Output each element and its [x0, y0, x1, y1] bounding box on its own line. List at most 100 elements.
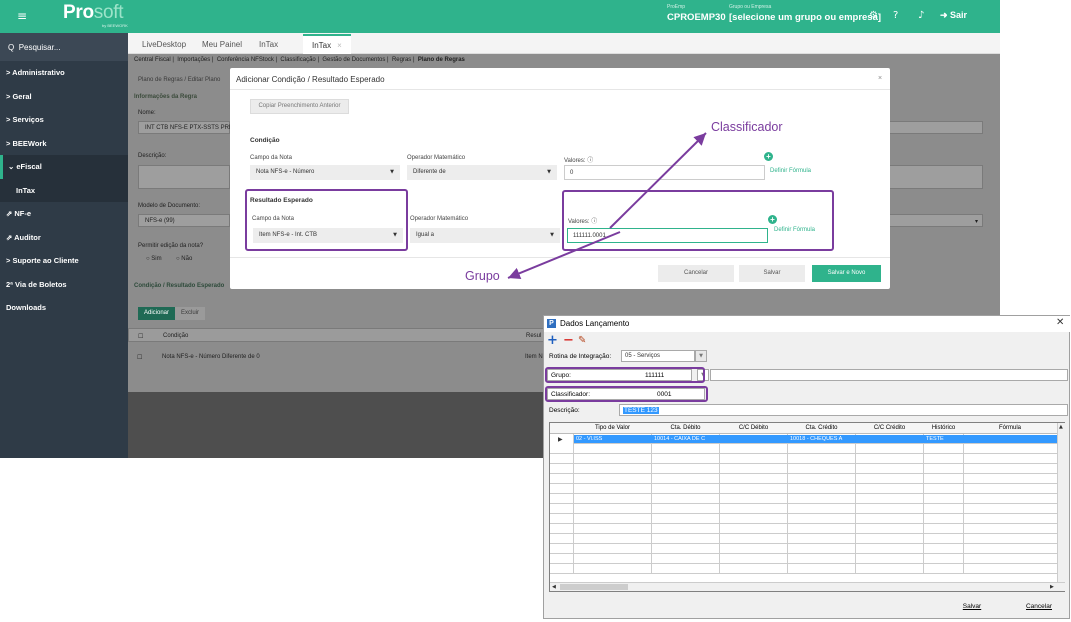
table-row[interactable]: [550, 535, 1058, 544]
classificador-highlight-box: [545, 386, 708, 402]
table-row[interactable]: [550, 445, 1058, 454]
table-row[interactable]: [550, 485, 1058, 494]
table-row[interactable]: [550, 475, 1058, 484]
sidebar-item-beework[interactable]: > BEEWork: [0, 132, 128, 156]
close-icon[interactable]: ×: [878, 75, 882, 82]
col-tipo-valor[interactable]: Tipo de Valor: [574, 425, 651, 431]
res-operador-label: Operador Matemático: [410, 216, 469, 222]
table-row[interactable]: [550, 455, 1058, 464]
bell-icon[interactable]: ♪: [918, 10, 924, 21]
descricao-field[interactable]: TESTE 123: [619, 404, 1068, 416]
adicionar-button[interactable]: Adicionar: [138, 307, 176, 320]
tab-meu-painel[interactable]: Meu Painel: [202, 40, 242, 49]
sidebar-item-efiscal[interactable]: ⌄ eFiscal: [0, 155, 128, 179]
table-row[interactable]: [550, 545, 1058, 554]
logout-button[interactable]: ➜ Sair: [940, 10, 967, 21]
table-row[interactable]: [550, 495, 1058, 504]
radio-sim[interactable]: ○ Sim: [146, 256, 162, 262]
subnav-plano-regras[interactable]: Plano de Regras: [418, 57, 465, 63]
col-cc-credito[interactable]: C/C Crédito: [856, 425, 923, 431]
sidebar-item-administrativo[interactable]: > Administrativo: [0, 61, 128, 85]
table-row[interactable]: [550, 465, 1058, 474]
chevron-down-icon[interactable]: ▼: [695, 350, 707, 362]
descricao-label: Descrição:: [549, 407, 580, 414]
scroll-right-icon[interactable]: ▶: [1050, 584, 1054, 590]
vertical-scrollbar[interactable]: ▲: [1057, 423, 1065, 583]
col-cta-credito[interactable]: Cta. Crédito: [788, 425, 855, 431]
subnav-regras[interactable]: Regras: [392, 57, 411, 63]
sidebar-item-geral[interactable]: > Geral: [0, 85, 128, 109]
excluir-button[interactable]: Excluir: [175, 307, 206, 320]
sidebar-item-intax[interactable]: InTax: [0, 178, 128, 202]
subnav-importacoes[interactable]: Importações: [177, 57, 210, 63]
salvar-e-novo-button[interactable]: Salvar e Novo: [812, 265, 881, 282]
table-row[interactable]: [550, 565, 1058, 574]
condicao-campo-select[interactable]: Nota NFS-e - Número ▼: [250, 165, 400, 180]
nome-field[interactable]: INT CTB NFS-E PTX-SSTS PRES: [138, 121, 237, 134]
add-condition-modal: Adicionar Condição / Resultado Esperado …: [230, 68, 890, 289]
definir-formula-link-1[interactable]: Definir Fórmula: [770, 168, 811, 174]
plus-icon[interactable]: +: [547, 333, 558, 348]
sidebar-item-nfe[interactable]: ⇗ NF-e: [0, 202, 128, 226]
sidebar-item-servicos[interactable]: > Serviços: [0, 108, 128, 132]
modelo-select[interactable]: NFS-e (99): [138, 214, 230, 227]
copiar-preenchimento-button[interactable]: Copiar Preenchimento Anterior: [250, 99, 349, 114]
rotina-select[interactable]: 05 - Serviços: [621, 350, 695, 362]
subnav-conferencia[interactable]: Conferência NFStock: [217, 57, 274, 63]
salvar-button[interactable]: Salvar: [739, 265, 805, 282]
scroll-thumb[interactable]: [560, 584, 628, 590]
sidebar-item-suporte[interactable]: > Suporte ao Cliente: [0, 249, 128, 273]
section-condicao-title: Condição / Resultado Esperado: [134, 283, 225, 289]
close-tab-icon[interactable]: ×: [337, 41, 342, 50]
cancelar-button[interactable]: Cancelar: [658, 265, 734, 282]
sidebar-item-auditor[interactable]: ⇗ Auditor: [0, 226, 128, 250]
app-icon: P: [547, 319, 556, 328]
scroll-left-icon[interactable]: ◀: [552, 584, 556, 590]
radio-nao[interactable]: ○ Não: [176, 256, 192, 262]
table-row[interactable]: [550, 525, 1058, 534]
table-row[interactable]: [550, 505, 1058, 514]
table-row-selected[interactable]: 02 - Vl.ISS 10014 - CAIXA DE C 10018 - C…: [574, 435, 1058, 444]
sidebar-search[interactable]: Q Pesquisar...: [0, 33, 128, 61]
close-icon[interactable]: ✕: [1056, 317, 1064, 328]
top-bar: ≡ Prosoft by BEEWORK ProEmp CPROEMP30 Gr…: [0, 0, 1000, 33]
help-icon[interactable]: ?: [893, 10, 898, 21]
subnav-central-fiscal[interactable]: Central Fiscal: [134, 57, 171, 63]
col-historico[interactable]: Histórico: [924, 425, 963, 431]
col-formula[interactable]: Fórmula: [964, 425, 1056, 431]
horizontal-scrollbar[interactable]: ◀ ▶: [550, 582, 1065, 591]
proemp-selector[interactable]: ProEmp CPROEMP30: [667, 4, 726, 23]
tab-intax-1[interactable]: InTax: [259, 40, 278, 49]
subnav-gestao[interactable]: Gestão de Documentos: [322, 57, 385, 63]
scroll-up-icon[interactable]: ▲: [1059, 424, 1063, 430]
tab-livedesktop[interactable]: LiveDesktop: [142, 40, 186, 49]
salvar-button[interactable]: Salvar: [952, 600, 992, 614]
table-row[interactable]: [550, 555, 1058, 564]
add-value-icon[interactable]: +: [764, 152, 773, 161]
subnav-classificacao[interactable]: Classificação: [280, 57, 315, 63]
row-checkbox[interactable]: ☐: [137, 354, 142, 361]
dados-lancamento-window: P Dados Lançamento ✕ + − ✎ Rotina de Int…: [543, 315, 1071, 619]
condicao-operador-select[interactable]: Diferente de ▼: [407, 165, 557, 180]
sidebar-item-downloads[interactable]: Downloads: [0, 296, 128, 320]
cancelar-button[interactable]: Cancelar: [1016, 600, 1062, 614]
section-info-title: Informações da Regra: [134, 94, 198, 100]
condicao-valor-input[interactable]: 0: [564, 165, 765, 180]
edit-icon[interactable]: ✎: [578, 335, 586, 346]
chevron-down-icon: ▾: [975, 219, 979, 225]
checkbox-all[interactable]: ☐: [138, 333, 143, 340]
col-cc-debito[interactable]: C/C Débito: [720, 425, 787, 431]
descricao-field[interactable]: [138, 165, 230, 189]
minus-icon[interactable]: −: [563, 333, 574, 348]
col-cta-debito[interactable]: Cta. Débito: [652, 425, 719, 431]
grupo-description-field[interactable]: [710, 369, 1068, 381]
descricao-label: Descrição:: [138, 153, 167, 159]
tab-intax-active[interactable]: InTax ×: [303, 34, 351, 54]
group-company-selector[interactable]: Grupo ou Empresa [selecione um grupo ou …: [729, 4, 881, 23]
sidebar-item-boletos[interactable]: 2ª Via de Boletos: [0, 273, 128, 297]
hamburger-menu-icon[interactable]: ≡: [17, 9, 27, 23]
table-row[interactable]: [550, 515, 1058, 524]
resultado-operador-select[interactable]: Igual a ▼: [410, 228, 560, 243]
gear-icon[interactable]: ⚙: [869, 10, 878, 21]
grupo-highlight-box: [545, 367, 705, 383]
